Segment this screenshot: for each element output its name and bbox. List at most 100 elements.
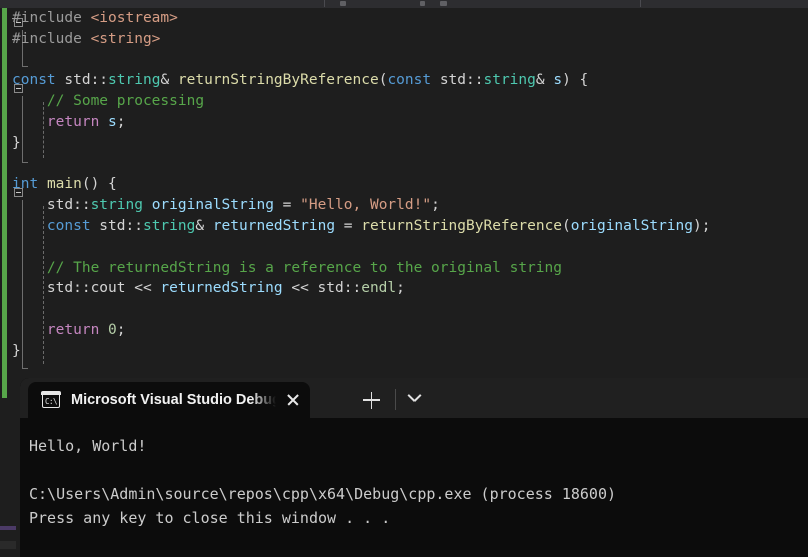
code-line: return s; bbox=[12, 112, 808, 133]
toolbar-icon[interactable] bbox=[420, 1, 425, 6]
terminal-tab-title: Microsoft Visual Studio Debug bbox=[71, 392, 276, 408]
code-token: <string> bbox=[90, 30, 161, 47]
code-token: & bbox=[160, 72, 178, 89]
code-token: std:: bbox=[90, 217, 143, 234]
code-token: string bbox=[142, 217, 196, 234]
code-line: // The returnedString is a reference to … bbox=[12, 258, 808, 279]
code-line: } bbox=[12, 341, 808, 362]
code-token: return bbox=[46, 321, 100, 338]
code-line: std::cout << returnedString << std::endl… bbox=[12, 278, 808, 299]
terminal-window[interactable]: C:\ Microsoft Visual Studio Debug Hello,… bbox=[20, 378, 808, 557]
code-token: <iostream> bbox=[90, 10, 178, 26]
code-line: return 0; bbox=[12, 320, 808, 341]
code-token: originalString bbox=[570, 217, 693, 234]
code-token: = bbox=[273, 197, 301, 214]
plus-icon[interactable] bbox=[354, 388, 388, 412]
app-root: #include <iostream> #include <string> con… bbox=[0, 0, 808, 557]
chevron-down-icon[interactable] bbox=[401, 388, 431, 412]
editor-left-sliver bbox=[0, 378, 20, 557]
code-token: return bbox=[46, 113, 100, 130]
code-line: #include <string> bbox=[12, 29, 808, 50]
code-token: << bbox=[125, 280, 161, 297]
code-token: int bbox=[12, 176, 39, 193]
code-token: } bbox=[12, 134, 21, 151]
code-token: ); bbox=[693, 217, 711, 234]
code-token: returnedString bbox=[160, 280, 283, 297]
code-line: const std::string& returnStringByReferen… bbox=[12, 70, 808, 91]
terminal-tab-active[interactable]: C:\ Microsoft Visual Studio Debug bbox=[28, 382, 310, 418]
code-token: & bbox=[195, 217, 213, 234]
code-token: string bbox=[483, 72, 536, 89]
code-line: } bbox=[12, 133, 808, 154]
code-token: = bbox=[335, 217, 362, 234]
code-token: ( bbox=[562, 217, 571, 234]
toolbar-icon[interactable] bbox=[440, 1, 447, 6]
code-token: ; bbox=[431, 197, 440, 214]
code-token: const bbox=[46, 217, 91, 234]
code-token: const bbox=[387, 72, 432, 89]
scrollbar-marker bbox=[0, 526, 16, 530]
code-token: // Some processing bbox=[12, 93, 205, 110]
code-token: // The returnedString is a reference to … bbox=[12, 259, 562, 276]
change-margin-indicator-tail bbox=[2, 378, 7, 398]
fold-guide-end bbox=[22, 368, 28, 369]
console-icon-label: C:\ bbox=[44, 397, 58, 406]
terminal-tab-bar[interactable]: C:\ Microsoft Visual Studio Debug bbox=[20, 378, 808, 418]
code-token: std:: bbox=[55, 72, 109, 89]
code-token: returnStringByReference bbox=[177, 72, 379, 89]
code-token: cout bbox=[90, 280, 126, 297]
code-token: string bbox=[90, 197, 143, 214]
close-icon[interactable] bbox=[276, 382, 310, 418]
code-token: s bbox=[553, 72, 563, 89]
code-token: ; bbox=[396, 280, 405, 297]
terminal-output[interactable]: Hello, World! C:\Users\Admin\source\repo… bbox=[20, 418, 808, 557]
code-token: std:: bbox=[12, 197, 91, 214]
code-token: #include bbox=[12, 10, 91, 26]
code-token: << std:: bbox=[282, 280, 362, 297]
change-margin-indicator bbox=[2, 8, 7, 383]
terminal-output-line: Hello, World! bbox=[29, 437, 147, 455]
terminal-output-line: C:\Users\Admin\source\repos\cpp\x64\Debu… bbox=[29, 485, 616, 503]
scrollbar-thumb[interactable] bbox=[0, 541, 16, 549]
code-token: s bbox=[108, 113, 117, 130]
code-line: int main() { bbox=[12, 174, 808, 195]
code-token: string bbox=[108, 72, 161, 89]
code-token: ) { bbox=[562, 72, 589, 89]
code-token: std:: bbox=[12, 280, 91, 297]
code-token: originalString bbox=[151, 197, 274, 214]
code-token: returnStringByReference bbox=[361, 217, 563, 234]
code-token: std:: bbox=[431, 72, 484, 89]
code-token: main bbox=[46, 176, 82, 193]
code-token: #include bbox=[12, 30, 91, 47]
code-token: endl bbox=[361, 280, 397, 297]
toolbar-icon[interactable] bbox=[340, 1, 346, 6]
code-token: & bbox=[535, 72, 554, 89]
code-line: const std::string& returnedString = retu… bbox=[12, 216, 808, 237]
code-line: #include <iostream> bbox=[12, 8, 808, 29]
code-token: returnedString bbox=[212, 217, 336, 234]
code-token: 0 bbox=[108, 321, 117, 338]
code-line: // Some processing bbox=[12, 91, 808, 112]
code-token: } bbox=[12, 342, 21, 359]
code-token: const bbox=[12, 72, 56, 89]
editor-code-text[interactable]: #include <iostream> #include <string> con… bbox=[12, 8, 808, 362]
code-line: std::string originalString = "Hello, Wor… bbox=[12, 195, 808, 216]
code-token: ; bbox=[116, 113, 126, 130]
terminal-output-line: Press any key to close this window . . . bbox=[29, 509, 391, 527]
toolbar-separator bbox=[640, 0, 641, 7]
code-token: () { bbox=[81, 176, 117, 193]
console-icon: C:\ bbox=[41, 391, 61, 408]
toolbar-divider bbox=[395, 389, 396, 410]
toolbar-separator bbox=[324, 0, 325, 7]
